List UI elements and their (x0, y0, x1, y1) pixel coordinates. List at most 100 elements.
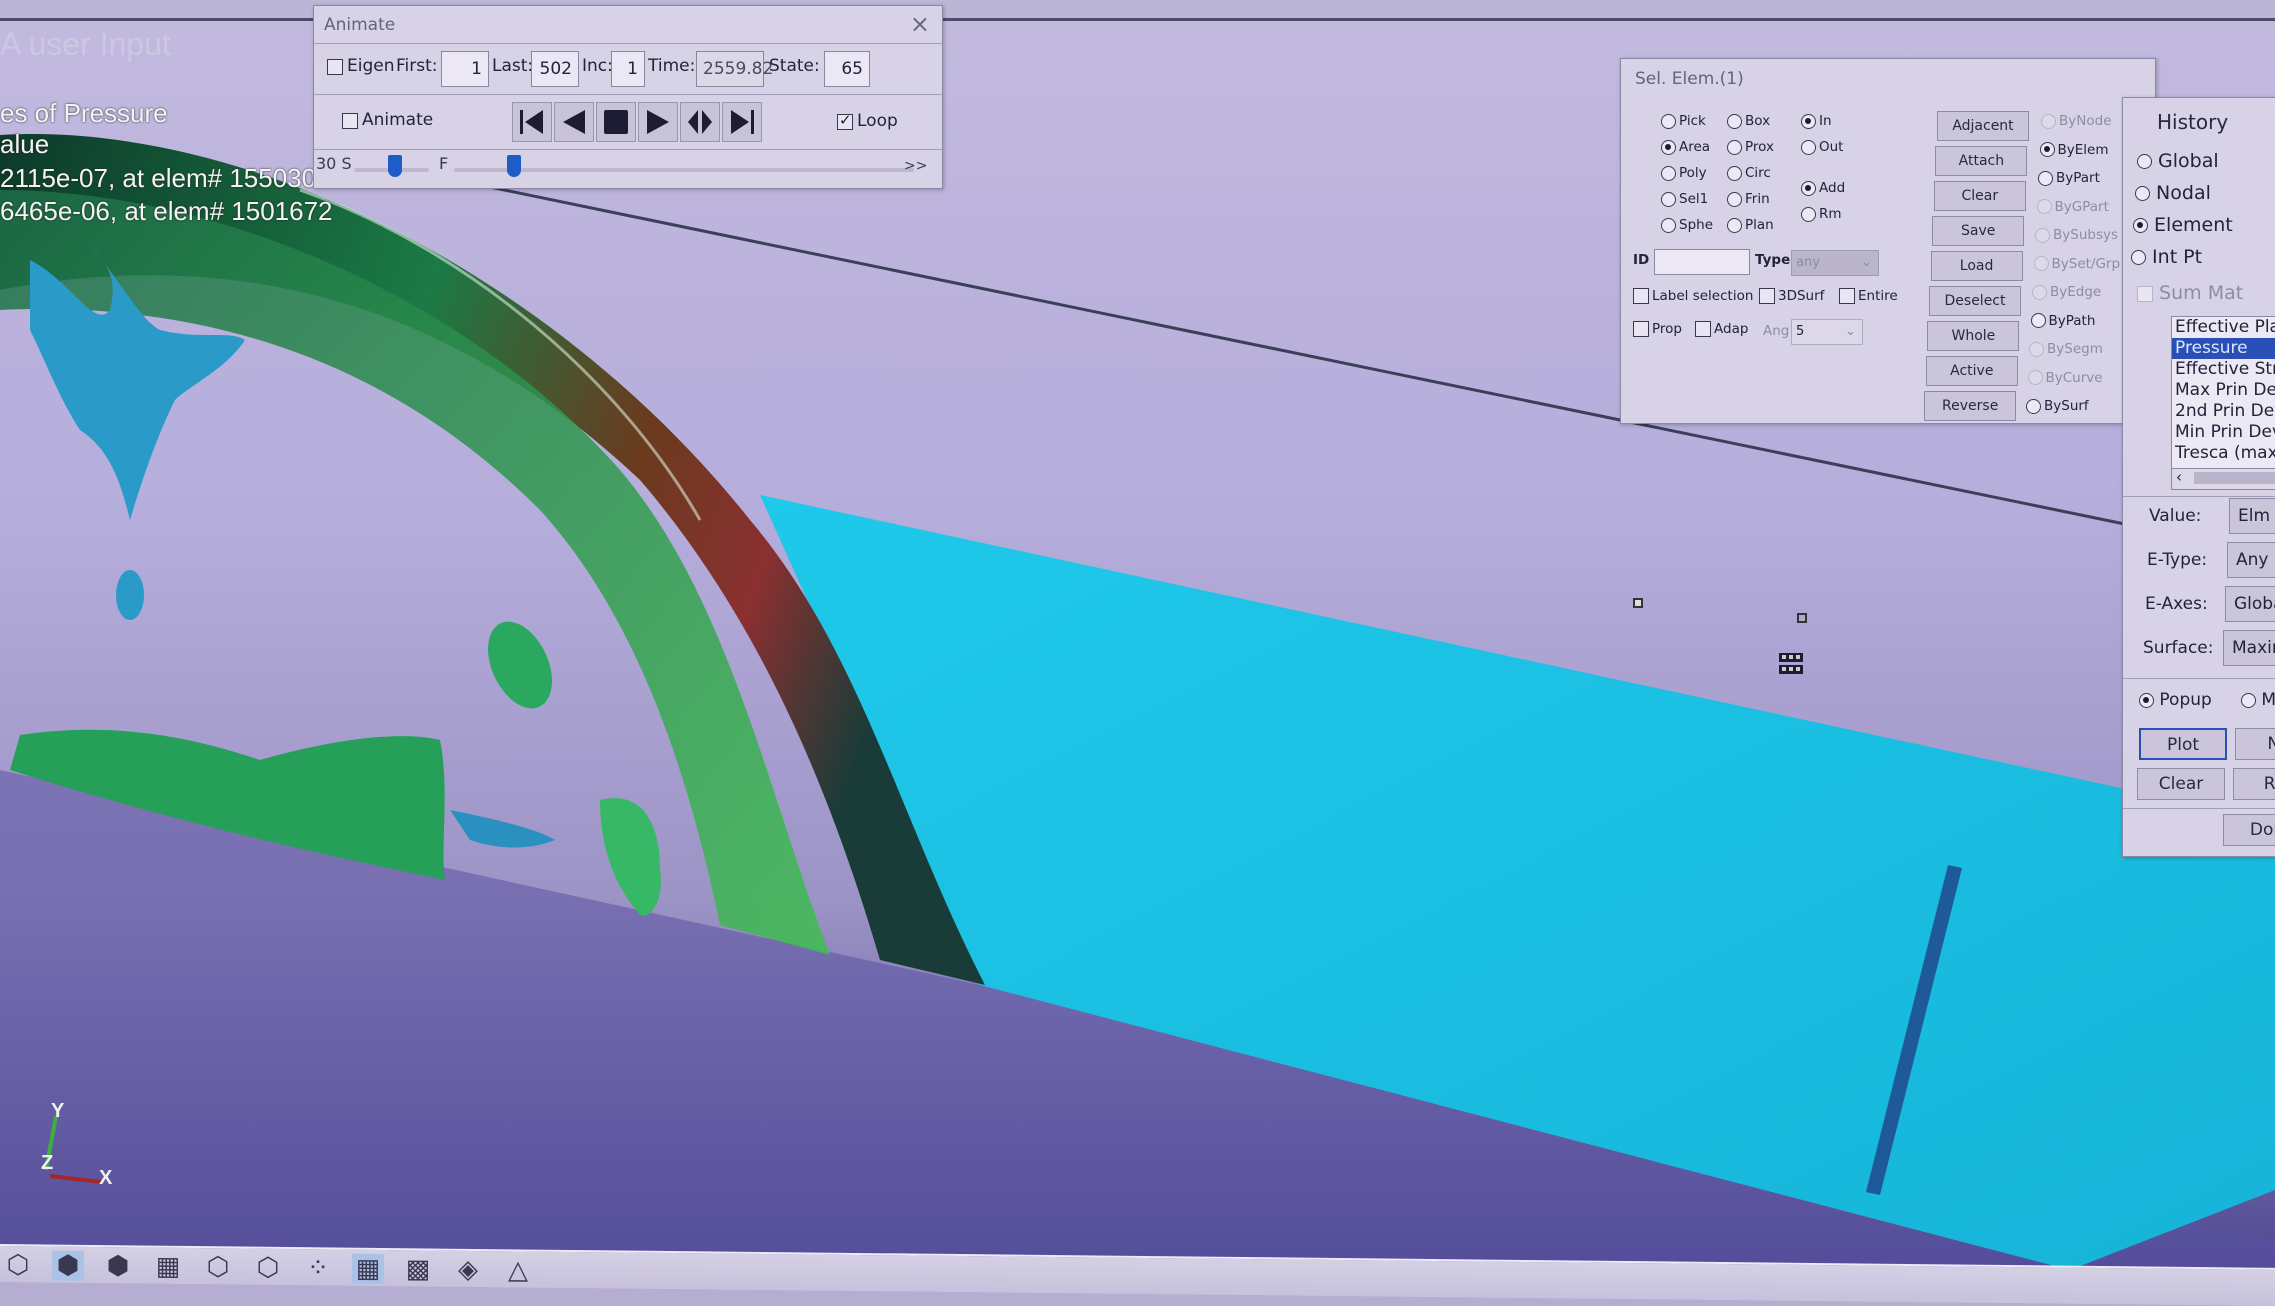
plot-button[interactable]: Plot (2139, 728, 2227, 760)
mode-plan-option[interactable]: Plan (1727, 217, 1774, 233)
stop-button[interactable] (596, 102, 636, 142)
mode-area-radio[interactable] (1661, 139, 1676, 155)
last-field[interactable]: 502 (531, 51, 579, 87)
bysurf-radio[interactable] (2026, 398, 2041, 414)
more-button[interactable]: >> (904, 158, 927, 174)
adap-checkbox[interactable] (1695, 321, 1711, 337)
raise-button[interactable]: Rai (2233, 768, 2275, 800)
history-element-option[interactable]: Element (2133, 214, 2233, 236)
mode-pick-option[interactable]: Pick (1661, 113, 1706, 129)
bypart-option[interactable]: ByPart (2038, 170, 2100, 186)
entire-option[interactable]: Entire (1839, 288, 1898, 304)
component-list-item[interactable]: Tresca (max s (2172, 443, 2275, 464)
select-in-option[interactable]: In (1801, 113, 1832, 129)
popup-option[interactable]: Popup (2139, 690, 2212, 710)
animate-checkbox[interactable] (342, 113, 358, 129)
attach-button[interactable]: Attach (1935, 146, 2028, 176)
adjacent-button[interactable]: Adjacent (1937, 111, 2029, 141)
component-list-item[interactable]: Effective Plastic (2172, 317, 2275, 338)
component-list[interactable]: Effective PlasticPressureEffective Stres… (2171, 316, 2275, 490)
shaded-cube-icon[interactable]: ⬢ (52, 1250, 84, 1281)
history-type-radio[interactable] (2135, 186, 2150, 201)
bysegm-radio[interactable] (2029, 341, 2044, 357)
load-button[interactable]: Load (1930, 251, 2023, 281)
loop-checkbox[interactable] (837, 111, 853, 130)
adap-option[interactable]: Adap (1695, 321, 1748, 337)
3dsurf-option[interactable]: 3DSurf (1759, 288, 1824, 304)
first-field[interactable]: 1 (441, 51, 489, 87)
bycurve-radio[interactable] (2027, 370, 2043, 385)
scroll-left-icon[interactable]: ‹ (2176, 468, 2182, 486)
bygpart-option[interactable]: ByGPart (2036, 199, 2109, 215)
last-frame-button[interactable] (722, 102, 762, 142)
reverse-button[interactable]: Reverse (1924, 391, 2017, 421)
component-list-item[interactable]: Pressure (2172, 338, 2275, 359)
history-int-pt-option[interactable]: Int Pt (2131, 246, 2202, 268)
mode-circ-radio[interactable] (1727, 165, 1742, 181)
byedge-radio[interactable] (2032, 284, 2047, 300)
component-list-item[interactable]: 2nd Prin Dev (2172, 401, 2275, 422)
state-slider-track[interactable] (454, 168, 914, 172)
bygpart-radio[interactable] (2036, 199, 2052, 214)
history-global-option[interactable]: Global (2137, 150, 2219, 172)
mode-plan-radio[interactable] (1727, 217, 1742, 233)
select-rm-option[interactable]: Rm (1801, 206, 1842, 222)
bysubsys-radio[interactable] (2035, 227, 2050, 243)
bysubsys-option[interactable]: BySubsys (2035, 227, 2118, 243)
bysurf-option[interactable]: BySurf (2026, 398, 2089, 414)
eaxes-select[interactable]: Global (2225, 586, 2275, 622)
inc-field[interactable]: 1 (611, 51, 645, 87)
dots-icon[interactable]: ⁘ (302, 1253, 334, 1283)
mode-box-radio[interactable] (1727, 113, 1742, 129)
mode-frin-radio[interactable] (1727, 191, 1742, 207)
mode-prox-radio[interactable] (1727, 139, 1742, 155)
new-button[interactable]: Ne (2235, 728, 2275, 760)
select-in-radio[interactable] (1801, 113, 1816, 129)
mode-sel1-option[interactable]: Sel1 (1661, 191, 1708, 207)
play-button[interactable] (638, 102, 678, 142)
bysetgrp-option[interactable]: BySet/Grp (2033, 256, 2120, 272)
id-input[interactable] (1654, 249, 1750, 275)
history-type-radio[interactable] (2137, 154, 2152, 169)
history-type-radio[interactable] (2131, 250, 2146, 265)
sum-mat-checkbox[interactable] (2137, 285, 2153, 302)
first-frame-button[interactable] (512, 102, 552, 142)
clear-button[interactable]: Clear (1933, 181, 2026, 211)
bynode-option[interactable]: ByNode (2041, 113, 2111, 129)
popup-radio[interactable] (2139, 692, 2154, 708)
mode-poly-option[interactable]: Poly (1661, 165, 1707, 181)
whole-button[interactable]: Whole (1927, 321, 2020, 351)
select-add-radio[interactable] (1801, 180, 1816, 196)
type-select[interactable]: any ⌄ (1791, 250, 1879, 276)
bypart-radio[interactable] (2038, 170, 2053, 186)
3dsurf-checkbox[interactable] (1759, 288, 1775, 304)
label-selection-checkbox[interactable] (1633, 288, 1649, 304)
mode-prox-option[interactable]: Prox (1727, 139, 1774, 155)
bounce-button[interactable] (680, 102, 720, 142)
label-selection-option[interactable]: Label selection (1633, 288, 1753, 304)
deselect-button[interactable]: Deselect (1929, 286, 2021, 316)
history-type-radio[interactable] (2133, 218, 2148, 233)
prop-option[interactable]: Prop (1633, 321, 1682, 337)
bysetgrp-radio[interactable] (2033, 256, 2049, 271)
eigen-checkbox[interactable] (327, 59, 343, 75)
select-out-option[interactable]: Out (1801, 139, 1843, 155)
list-hscrollbar[interactable]: ‹ (2171, 468, 2275, 490)
grid-cube-icon[interactable]: ▦ (152, 1252, 184, 1282)
transparent-icon[interactable]: ◈ (452, 1255, 484, 1285)
component-list-item[interactable]: Min Prin Dev (2172, 422, 2275, 443)
select-add-option[interactable]: Add (1801, 180, 1845, 196)
close-icon[interactable]: × (910, 10, 930, 38)
solid-cube-icon[interactable]: ⬢ (102, 1251, 134, 1281)
mode-frin-option[interactable]: Frin (1727, 191, 1770, 207)
manual-option[interactable]: Ma (2241, 690, 2275, 710)
scroll-thumb[interactable] (2194, 472, 2275, 484)
mesh-icon[interactable]: ⬡ (2, 1250, 34, 1280)
value-select[interactable]: Elm (2229, 498, 2275, 534)
mesh-shaded-icon[interactable]: ▦ (352, 1253, 384, 1285)
prop-checkbox[interactable] (1633, 321, 1649, 337)
triangle-icon[interactable]: △ (502, 1255, 534, 1285)
wireframe-cube-icon[interactable]: ⬡ (202, 1252, 234, 1282)
mode-pick-radio[interactable] (1661, 113, 1676, 129)
select-out-radio[interactable] (1801, 139, 1816, 155)
